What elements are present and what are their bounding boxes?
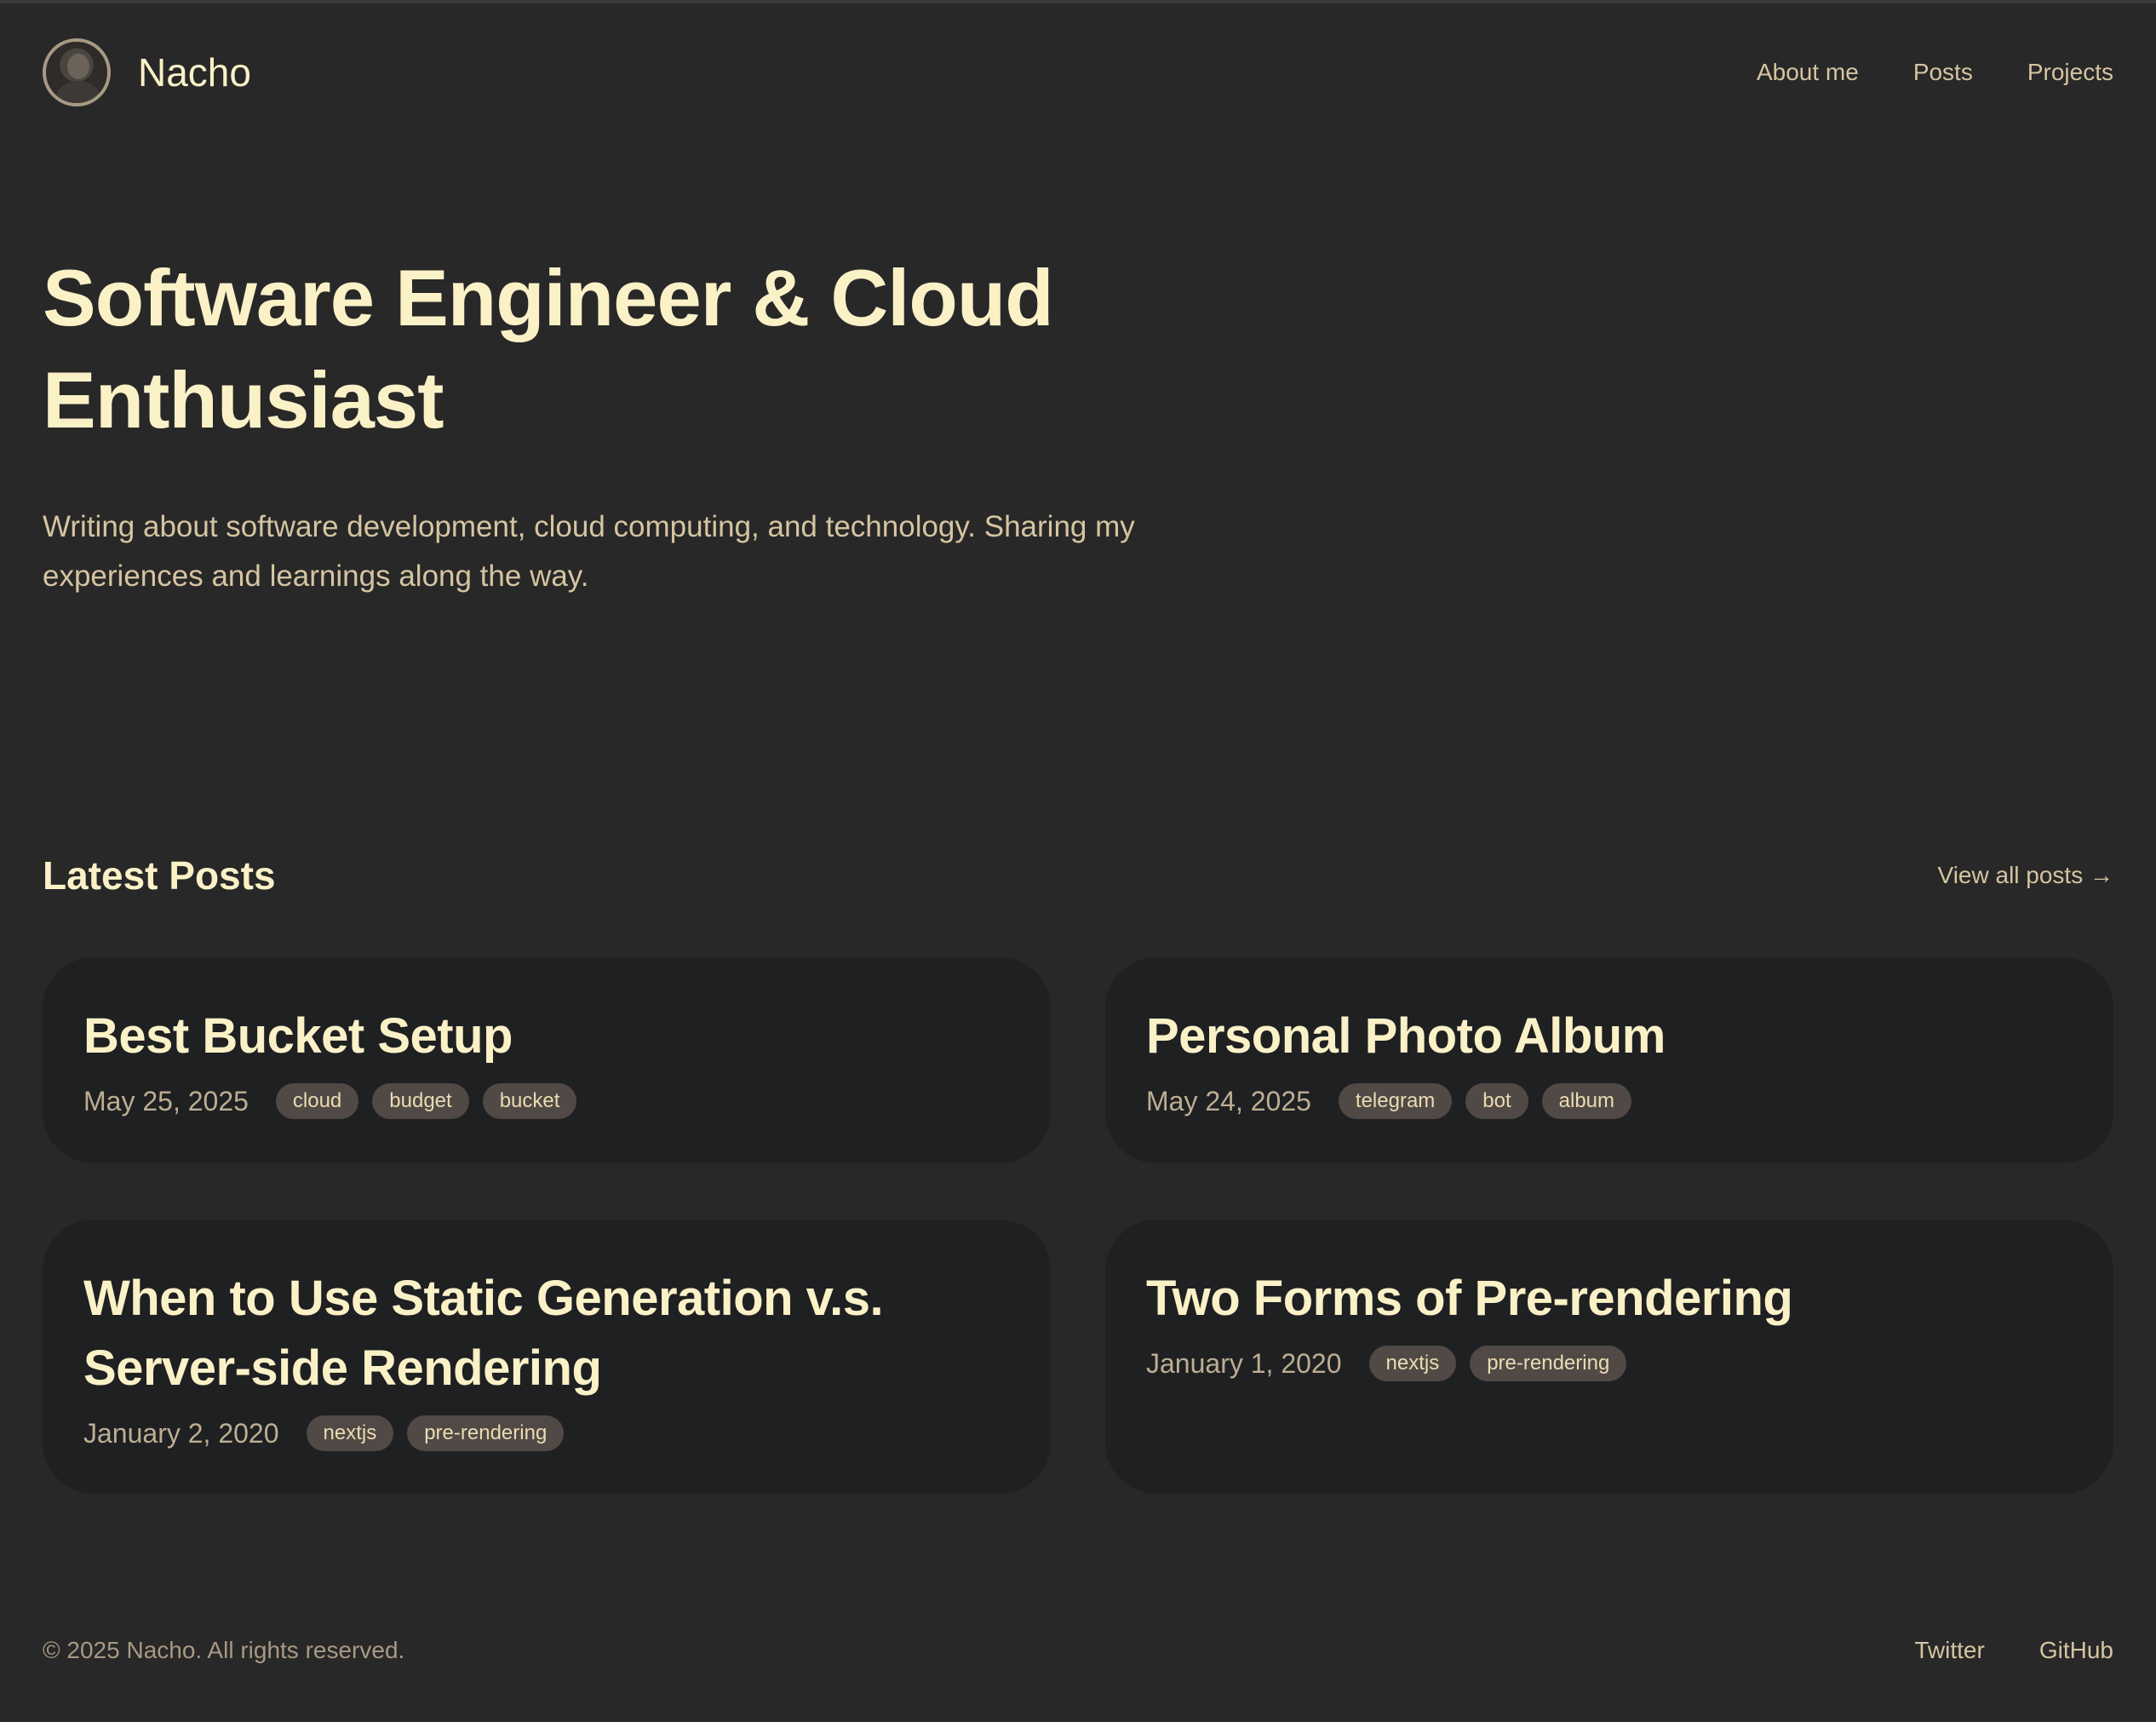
site-header: Nacho About me Posts Projects <box>43 34 2113 111</box>
hero-subtitle: Writing about software development, clou… <box>43 510 1135 593</box>
tag-badge[interactable]: bot <box>1465 1083 1528 1119</box>
twitter-link[interactable]: Twitter <box>1914 1637 1984 1664</box>
tag-badge[interactable]: cloud <box>275 1083 359 1119</box>
nav-posts[interactable]: Posts <box>1913 59 1973 86</box>
tag-badge[interactable]: bucket <box>482 1083 577 1119</box>
post-title[interactable]: Best Bucket Setup <box>83 1002 1010 1071</box>
post-date: January 2, 2020 <box>83 1417 279 1449</box>
copyright-text: © 2025 Nacho. All rights reserved. <box>43 1637 405 1663</box>
site-name: Nacho <box>138 50 251 95</box>
post-date: January 1, 2020 <box>1146 1347 1342 1379</box>
view-all-posts-link[interactable]: View all posts → <box>1938 862 2113 889</box>
post-title[interactable]: Two Forms of Pre-rendering <box>1146 1264 2073 1334</box>
tag-badge[interactable]: budget <box>372 1083 469 1119</box>
nav-about-me[interactable]: About me <box>1757 59 1859 86</box>
section-title: Latest Posts <box>43 853 276 898</box>
post-card[interactable]: Personal Photo Album May 24, 2025 telegr… <box>1105 957 2113 1163</box>
site-footer: © 2025 Nacho. All rights reserved. Twitt… <box>43 1627 2113 1674</box>
top-border <box>0 0 2156 3</box>
post-date: May 24, 2025 <box>1146 1085 1311 1116</box>
tag-badge[interactable]: pre-rendering <box>1470 1346 1627 1381</box>
avatar <box>43 38 111 106</box>
post-card[interactable]: Two Forms of Pre-rendering January 1, 20… <box>1105 1220 2113 1494</box>
github-link[interactable]: GitHub <box>2039 1637 2113 1664</box>
tag-badge[interactable]: album <box>1541 1083 1632 1119</box>
post-card[interactable]: Best Bucket Setup May 25, 2025 cloud bud… <box>43 957 1051 1163</box>
post-title[interactable]: When to Use Static Generation v.s. Serve… <box>83 1264 1010 1403</box>
post-meta: January 1, 2020 nextjs pre-rendering <box>1146 1346 2073 1381</box>
post-meta: January 2, 2020 nextjs pre-rendering <box>83 1415 1010 1451</box>
post-meta: May 25, 2025 cloud budget bucket <box>83 1083 1010 1119</box>
latest-posts-header: Latest Posts View all posts → <box>43 850 2113 901</box>
tag-badge[interactable]: telegram <box>1338 1083 1453 1119</box>
brand-home-link[interactable]: Nacho <box>43 38 251 106</box>
hero-title: Software Engineer & Cloud Enthusiast <box>43 253 1054 445</box>
tag-badge[interactable]: nextjs <box>1368 1346 1457 1381</box>
tag-badge[interactable]: nextjs <box>306 1415 394 1451</box>
post-card[interactable]: When to Use Static Generation v.s. Serve… <box>43 1220 1051 1494</box>
post-meta: May 24, 2025 telegram bot album <box>1146 1083 2073 1119</box>
nav-projects[interactable]: Projects <box>2027 59 2113 86</box>
tag-badge[interactable]: pre-rendering <box>407 1415 565 1451</box>
post-date: May 25, 2025 <box>83 1085 249 1116</box>
social-links: Twitter GitHub <box>1914 1637 2113 1664</box>
main-nav: About me Posts Projects <box>1757 59 2113 86</box>
post-title[interactable]: Personal Photo Album <box>1146 1002 2073 1071</box>
